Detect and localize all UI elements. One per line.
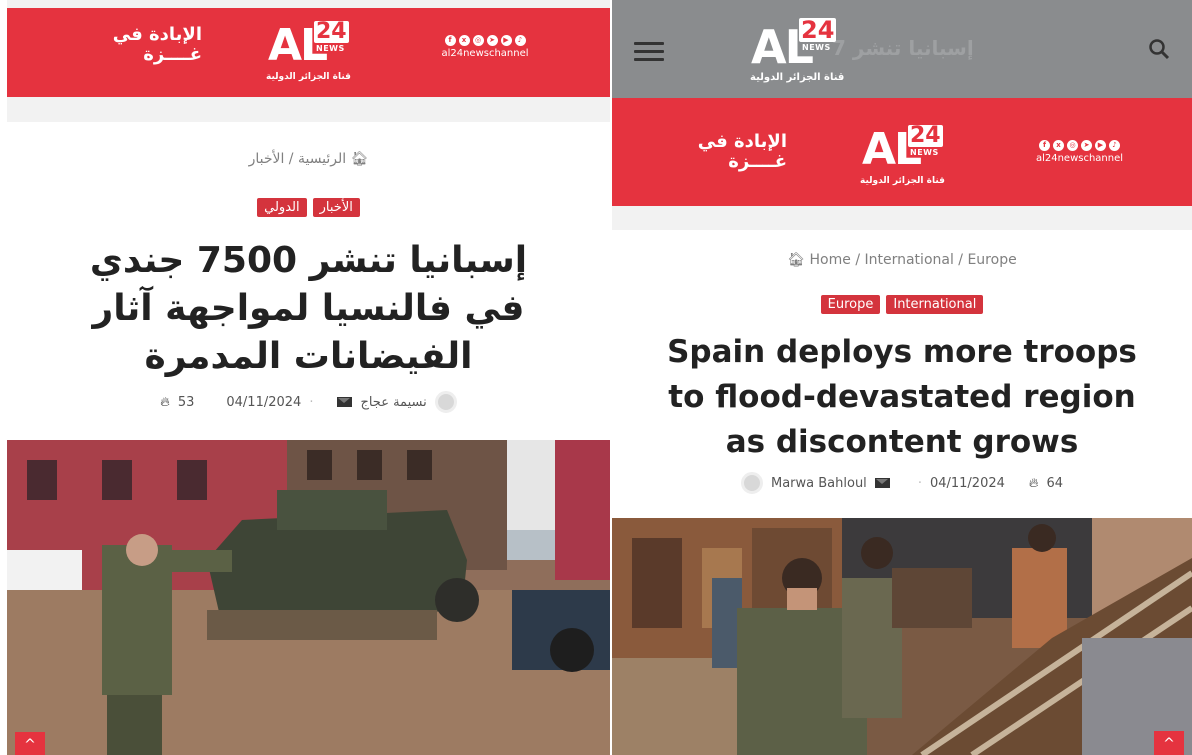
author-avatar[interactable] bbox=[741, 472, 763, 494]
logo-number: 24 bbox=[799, 16, 837, 44]
social-handle: al24newschannel bbox=[1035, 153, 1124, 164]
article-photo: ^ bbox=[7, 440, 610, 755]
tiktok-icon[interactable]: ♪ bbox=[1109, 140, 1120, 151]
view-count: 53 bbox=[177, 394, 195, 410]
site-header-banner: الإبادة في غــــزة AL 24 NEWS قناة الجزا… bbox=[7, 8, 610, 97]
flame-icon: 🔥︎ bbox=[1028, 475, 1039, 491]
article-header-card: 🏠︎ الرئيسية / الأخبار الدولي الأخبار إسب… bbox=[7, 122, 610, 440]
breadcrumb-text[interactable]: الرئيسية / الأخبار bbox=[249, 151, 347, 167]
flame-icon: 🔥︎ bbox=[160, 394, 170, 410]
facebook-icon[interactable]: f bbox=[444, 35, 456, 46]
social-links: f x ◎ ➤ ▶ ♪ al24newschannel bbox=[415, 35, 555, 59]
logo-subtitle: قناة الجزائر الدولية bbox=[266, 72, 351, 82]
tiktok-icon[interactable]: ♪ bbox=[514, 35, 526, 46]
publish-date: 04/11/2024 bbox=[226, 394, 302, 410]
logo-number: 24 bbox=[908, 123, 943, 148]
view-count: 64 bbox=[1046, 475, 1063, 491]
tag-news[interactable]: الأخبار bbox=[312, 198, 360, 217]
hamburger-icon[interactable] bbox=[634, 42, 664, 62]
breadcrumb-text[interactable]: Home / International / Europe bbox=[810, 252, 1017, 268]
article-photo: ^ bbox=[612, 518, 1192, 755]
logo-news: NEWS bbox=[802, 43, 831, 52]
site-header-banner: الإبادة في غــــزة AL 24 NEWS قناة الجزا… bbox=[612, 98, 1192, 206]
x-icon[interactable]: x bbox=[1053, 140, 1064, 151]
article-meta: 🔥︎ 53 04/11/2024 · نسيمة عجاج bbox=[7, 391, 610, 413]
genocide-line-2: غــــزة bbox=[143, 43, 202, 65]
genocide-line-1: الإبادة في bbox=[112, 24, 202, 45]
breadcrumb: 🏠︎ الرئيسية / الأخبار bbox=[7, 151, 610, 167]
youtube-icon[interactable]: ▶ bbox=[500, 35, 512, 46]
article-meta: Marwa Bahloul · 04/11/2024 🔥︎ 64 bbox=[612, 472, 1192, 494]
meta-separator: · bbox=[309, 394, 314, 410]
logo-news: NEWS bbox=[316, 44, 345, 53]
youtube-icon[interactable]: ▶ bbox=[1095, 140, 1106, 151]
social-links: f x ◎ ➤ ▶ ♪ al24newschannel bbox=[1012, 140, 1147, 164]
soldiers-flood-street-image bbox=[7, 440, 610, 755]
author-name[interactable]: نسيمة عجاج bbox=[360, 395, 426, 410]
logo-news: NEWS bbox=[910, 148, 939, 157]
article-title: إسبانيا تنشر 7500 جندي في فالنسيا لمواجه… bbox=[7, 237, 610, 381]
article-header-card: 🏠︎ Home / International / Europe Europe … bbox=[612, 230, 1192, 518]
envelope-icon[interactable] bbox=[874, 478, 890, 488]
gaza-genocide-link[interactable]: الإبادة في غــــزة bbox=[667, 132, 787, 172]
category-tags: الدولي الأخبار bbox=[7, 198, 610, 217]
mobile-top-bar: إسبانيا تنشر 7 AL 24 NEWS قناة الجزائر ا… bbox=[612, 0, 1192, 98]
instagram-icon[interactable]: ◎ bbox=[472, 35, 484, 46]
x-icon[interactable]: x bbox=[458, 35, 470, 46]
logo-subtitle: قناة الجزائر الدولية bbox=[750, 72, 845, 83]
telegram-icon[interactable]: ➤ bbox=[1081, 140, 1092, 151]
genocide-line-2: غــــزة bbox=[728, 150, 787, 172]
author-avatar[interactable] bbox=[434, 391, 457, 413]
arabic-article-screenshot: الإبادة في غــــزة AL 24 NEWS قناة الجزا… bbox=[7, 0, 610, 755]
scroll-to-top-button[interactable]: ^ bbox=[15, 732, 45, 755]
tag-europe[interactable]: Europe bbox=[820, 295, 881, 314]
search-icon[interactable] bbox=[1148, 38, 1170, 60]
envelope-icon[interactable] bbox=[337, 397, 353, 407]
home-icon[interactable]: 🏠︎ bbox=[787, 252, 805, 268]
logo-number: 24 bbox=[314, 19, 349, 44]
facebook-icon[interactable]: f bbox=[1039, 140, 1050, 151]
social-handle: al24newschannel bbox=[441, 48, 529, 59]
breadcrumb: 🏠︎ Home / International / Europe bbox=[612, 252, 1192, 268]
al24-logo[interactable]: AL 24 NEWS قناة الجزائر الدولية bbox=[262, 16, 372, 86]
meta-separator: · bbox=[917, 475, 922, 491]
author-name[interactable]: Marwa Bahloul bbox=[771, 476, 867, 491]
article-title: Spain deploys more troops to flood-devas… bbox=[612, 330, 1192, 465]
title-line-3: as discontent grows bbox=[725, 424, 1079, 460]
logo-subtitle: قناة الجزائر الدولية bbox=[860, 176, 945, 186]
genocide-line-1: الإبادة في bbox=[697, 131, 787, 152]
title-line-3: الفيضانات المدمرة bbox=[144, 336, 473, 377]
al24-logo[interactable]: AL 24 NEWS قناة الجزائر الدولية bbox=[858, 120, 968, 190]
title-line-2: في فالنسيا لمواجهة آثار bbox=[92, 288, 525, 329]
home-icon[interactable]: 🏠︎ bbox=[351, 151, 369, 167]
title-line-1: Spain deploys more troops bbox=[667, 334, 1137, 370]
english-article-screenshot: إسبانيا تنشر 7 AL 24 NEWS قناة الجزائر ا… bbox=[612, 0, 1192, 755]
title-line-1: إسبانيا تنشر 7500 جندي bbox=[89, 240, 528, 281]
category-tags: Europe International bbox=[612, 295, 1192, 314]
instagram-icon[interactable]: ◎ bbox=[1067, 140, 1078, 151]
gaza-genocide-link[interactable]: الإبادة في غــــزة bbox=[82, 25, 202, 65]
scroll-to-top-button[interactable]: ^ bbox=[1154, 731, 1184, 755]
telegram-icon[interactable]: ➤ bbox=[486, 35, 498, 46]
soldiers-clearing-debris-image bbox=[612, 518, 1192, 755]
tag-international[interactable]: International bbox=[886, 295, 984, 314]
al24-logo-topbar[interactable]: AL 24 NEWS قناة الجزائر الدولية bbox=[747, 12, 857, 92]
title-line-2: to flood-devastated region bbox=[668, 379, 1136, 415]
publish-date: 04/11/2024 bbox=[929, 475, 1005, 491]
tag-international[interactable]: الدولي bbox=[257, 198, 307, 217]
